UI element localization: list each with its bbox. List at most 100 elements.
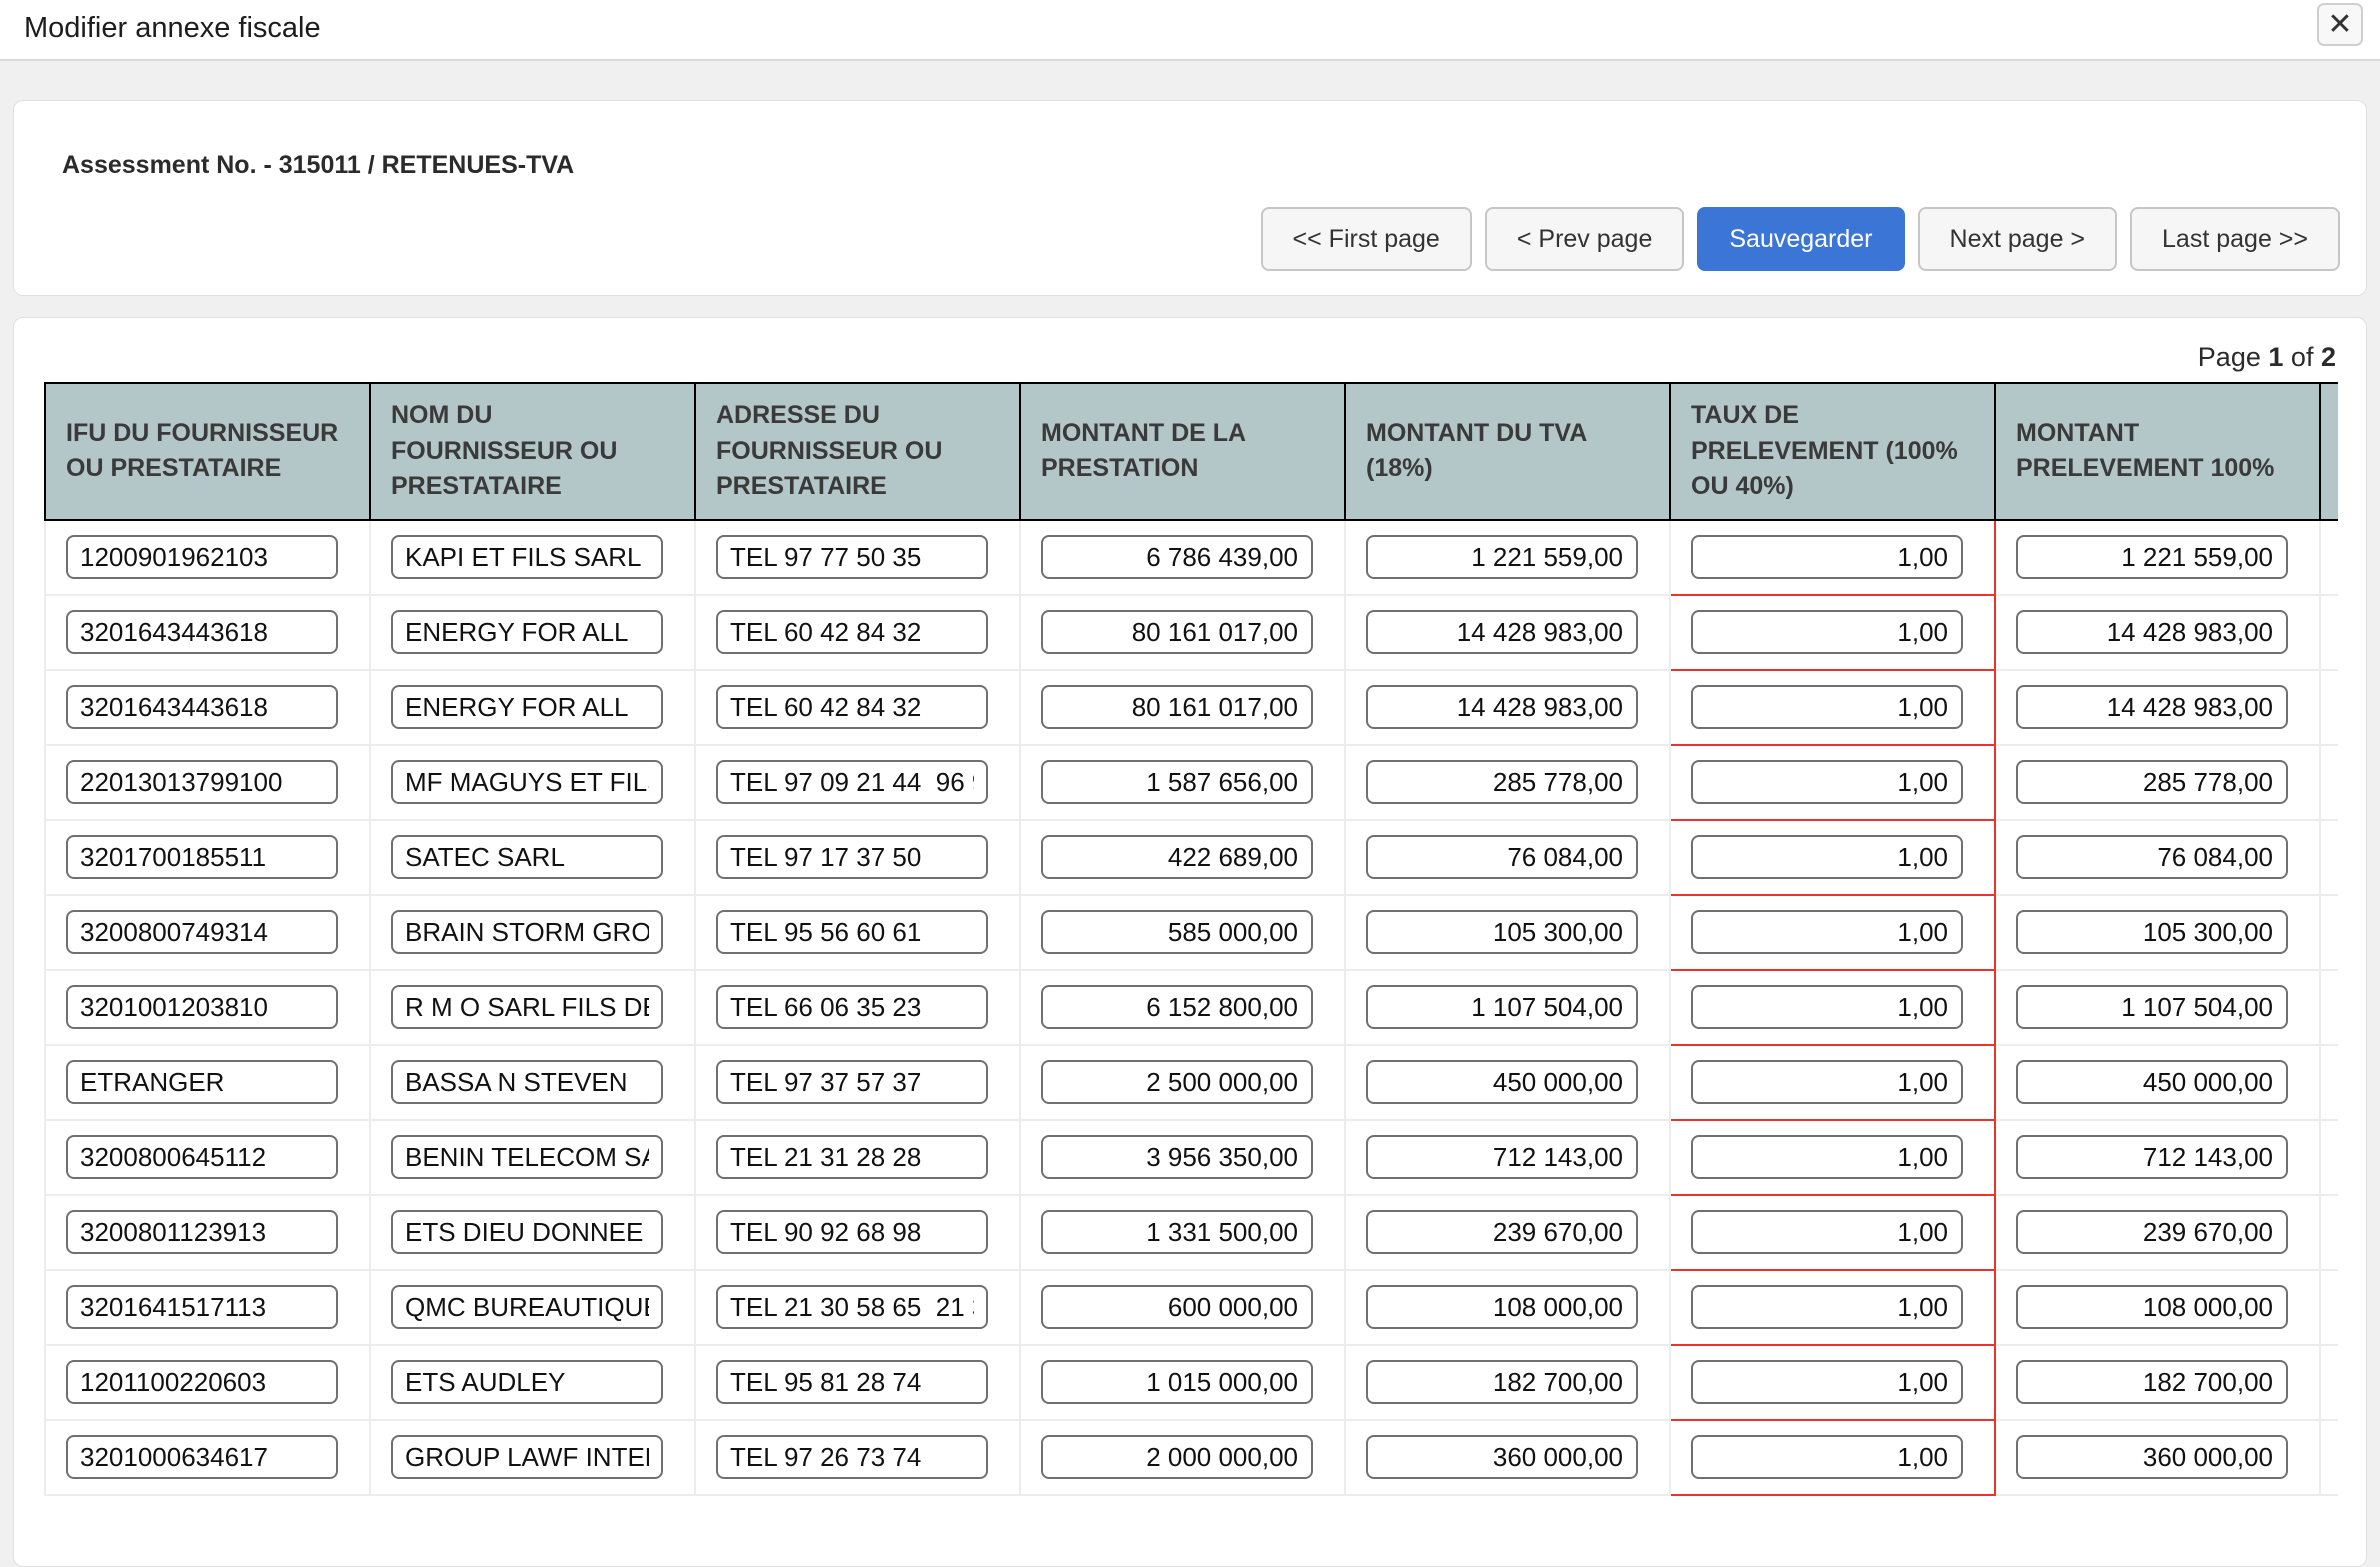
prestation-input[interactable] (1041, 685, 1313, 729)
tva-input[interactable] (1366, 760, 1638, 804)
montant100-input[interactable] (2016, 535, 2288, 579)
taux-input[interactable] (1691, 1360, 1963, 1404)
tva-input[interactable] (1366, 985, 1638, 1029)
prev-page-button[interactable]: < Prev page (1485, 207, 1685, 271)
nom-input[interactable] (391, 535, 663, 579)
nom-input[interactable] (391, 1135, 663, 1179)
adresse-input[interactable] (716, 1210, 988, 1254)
taux-input[interactable] (1691, 760, 1963, 804)
prestation-input[interactable] (1041, 1285, 1313, 1329)
montant100-input[interactable] (2016, 985, 2288, 1029)
adresse-input[interactable] (716, 760, 988, 804)
tva-input[interactable] (1366, 1060, 1638, 1104)
ifu-input[interactable] (66, 1135, 338, 1179)
montant100-input[interactable] (2016, 1435, 2288, 1479)
ifu-input[interactable] (66, 1435, 338, 1479)
prestation-input[interactable] (1041, 1360, 1313, 1404)
tva-input[interactable] (1366, 1285, 1638, 1329)
last-page-button[interactable]: Last page >> (2130, 207, 2340, 271)
taux-input[interactable] (1691, 985, 1963, 1029)
prestation-input[interactable] (1041, 1060, 1313, 1104)
next-page-button[interactable]: Next page > (1918, 207, 2118, 271)
nom-input[interactable] (391, 610, 663, 654)
save-button[interactable]: Sauvegarder (1697, 207, 1904, 271)
tva-input[interactable] (1366, 1435, 1638, 1479)
adresse-input[interactable] (716, 1060, 988, 1104)
prestation-input[interactable] (1041, 985, 1313, 1029)
taux-input[interactable] (1691, 1285, 1963, 1329)
tva-input[interactable] (1366, 910, 1638, 954)
nom-input[interactable] (391, 835, 663, 879)
first-page-button[interactable]: << First page (1261, 207, 1472, 271)
ifu-input[interactable] (66, 760, 338, 804)
ifu-input[interactable] (66, 985, 338, 1029)
prestation-input[interactable] (1041, 835, 1313, 879)
nom-input[interactable] (391, 685, 663, 729)
clipped-cell (2320, 595, 2338, 670)
taux-input[interactable] (1691, 1210, 1963, 1254)
adresse-input[interactable] (716, 1285, 988, 1329)
adresse-input[interactable] (716, 910, 988, 954)
taux-input[interactable] (1691, 1060, 1963, 1104)
prestation-input[interactable] (1041, 1210, 1313, 1254)
nom-input[interactable] (391, 1435, 663, 1479)
tva-input[interactable] (1366, 1210, 1638, 1254)
prestation-input[interactable] (1041, 1135, 1313, 1179)
tva-input[interactable] (1366, 835, 1638, 879)
adresse-input[interactable] (716, 535, 988, 579)
tva-input[interactable] (1366, 1360, 1638, 1404)
adresse-input[interactable] (716, 1135, 988, 1179)
taux-input[interactable] (1691, 835, 1963, 879)
prestation-input[interactable] (1041, 535, 1313, 579)
prestation-input[interactable] (1041, 760, 1313, 804)
nom-input[interactable] (391, 985, 663, 1029)
ifu-input[interactable] (66, 535, 338, 579)
ifu-input[interactable] (66, 1360, 338, 1404)
close-button[interactable]: ✕ (2317, 3, 2363, 46)
nom-input[interactable] (391, 760, 663, 804)
montant100-input[interactable] (2016, 1360, 2288, 1404)
montant100-input[interactable] (2016, 1135, 2288, 1179)
taux-input[interactable] (1691, 535, 1963, 579)
tva-input[interactable] (1366, 610, 1638, 654)
tva-input[interactable] (1366, 1135, 1638, 1179)
ifu-input[interactable] (66, 685, 338, 729)
ifu-input[interactable] (66, 1285, 338, 1329)
nom-input[interactable] (391, 1210, 663, 1254)
ifu-input[interactable] (66, 1060, 338, 1104)
taux-input[interactable] (1691, 1135, 1963, 1179)
montant100-input[interactable] (2016, 835, 2288, 879)
adresse-input[interactable] (716, 835, 988, 879)
taux-input[interactable] (1691, 1435, 1963, 1479)
montant100-input[interactable] (2016, 1060, 2288, 1104)
nom-input[interactable] (391, 1360, 663, 1404)
nom-input[interactable] (391, 910, 663, 954)
taux-input[interactable] (1691, 910, 1963, 954)
montant100-input[interactable] (2016, 1210, 2288, 1254)
tva-input[interactable] (1366, 535, 1638, 579)
ifu-input[interactable] (66, 1210, 338, 1254)
montant100-cell (1995, 1195, 2320, 1270)
adresse-input[interactable] (716, 685, 988, 729)
ifu-input[interactable] (66, 835, 338, 879)
tva-input[interactable] (1366, 685, 1638, 729)
ifu-input[interactable] (66, 910, 338, 954)
taux-input[interactable] (1691, 685, 1963, 729)
montant100-input[interactable] (2016, 910, 2288, 954)
adresse-input[interactable] (716, 1435, 988, 1479)
nom-input[interactable] (391, 1060, 663, 1104)
montant100-input[interactable] (2016, 610, 2288, 654)
taux-input[interactable] (1691, 610, 1963, 654)
prestation-input[interactable] (1041, 1435, 1313, 1479)
montant100-input[interactable] (2016, 685, 2288, 729)
taux-cell (1670, 820, 1995, 895)
montant100-input[interactable] (2016, 760, 2288, 804)
montant100-input[interactable] (2016, 1285, 2288, 1329)
ifu-input[interactable] (66, 610, 338, 654)
prestation-input[interactable] (1041, 910, 1313, 954)
adresse-input[interactable] (716, 610, 988, 654)
adresse-input[interactable] (716, 985, 988, 1029)
nom-input[interactable] (391, 1285, 663, 1329)
adresse-input[interactable] (716, 1360, 988, 1404)
prestation-input[interactable] (1041, 610, 1313, 654)
